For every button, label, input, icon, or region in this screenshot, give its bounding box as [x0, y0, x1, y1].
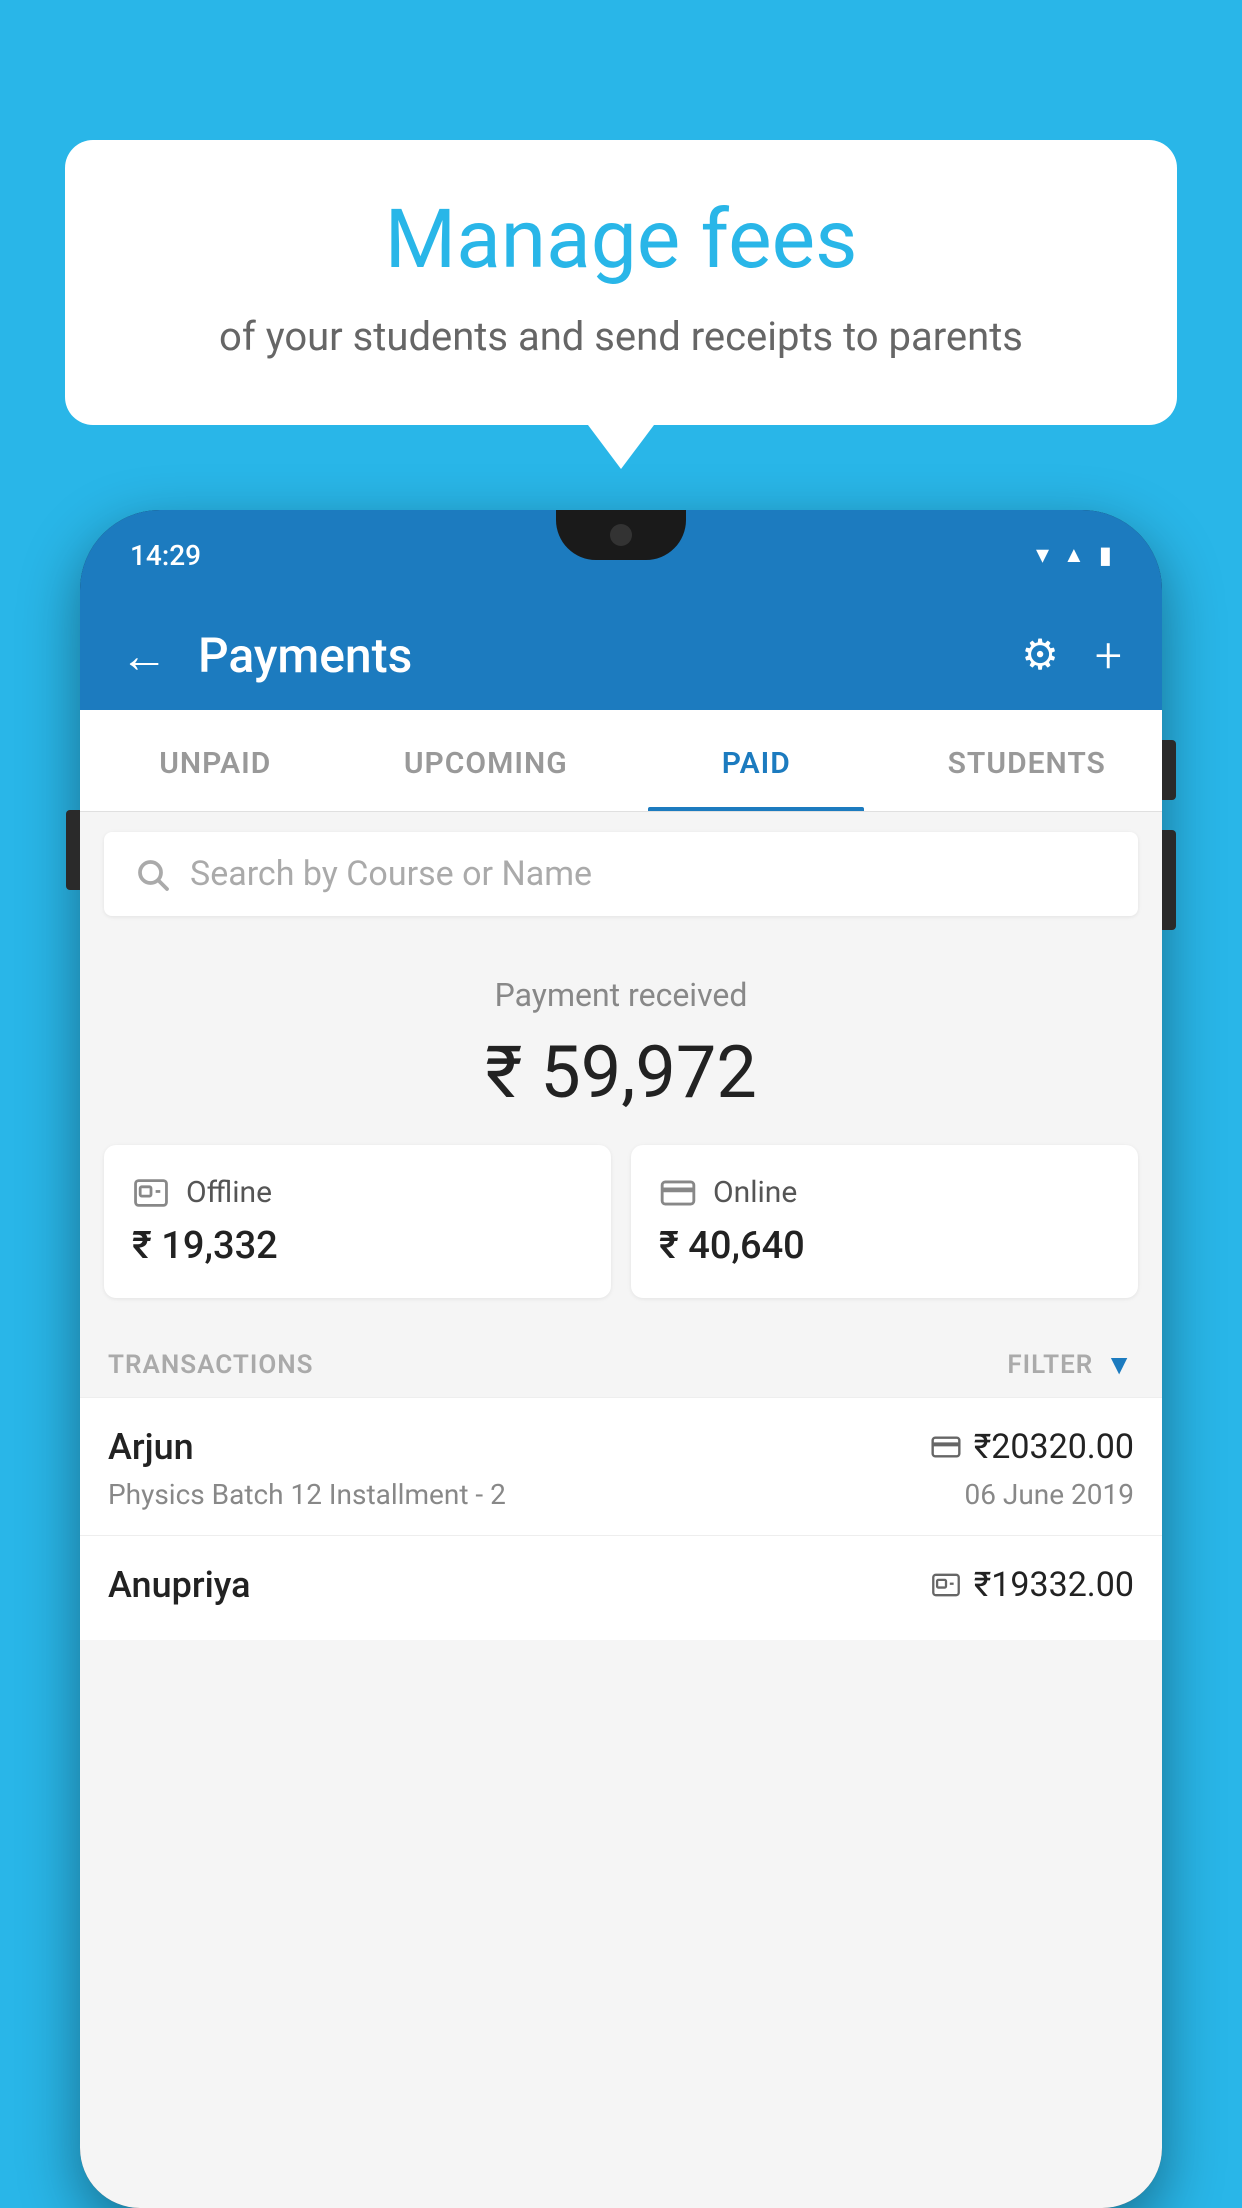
- filter-icon: ▼: [1105, 1348, 1134, 1381]
- payment-received-section: Payment received ₹ 59,972: [80, 936, 1162, 1145]
- tab-students[interactable]: STUDENTS: [892, 710, 1163, 811]
- signal-icon: [1063, 542, 1085, 568]
- phone-side-button-left: [66, 810, 80, 890]
- transaction-amount-arjun: ₹20320.00: [930, 1427, 1134, 1467]
- transaction-name-arjun: Arjun: [108, 1426, 194, 1468]
- speech-bubble-container: Manage fees of your students and send re…: [65, 140, 1177, 425]
- phone-frame: 14:29 ← Payments ⚙ + UNPAID: [80, 510, 1162, 2208]
- transaction-row-arjun[interactable]: Arjun ₹20320.00 Physics Batch 12 Install…: [80, 1397, 1162, 1535]
- payment-received-label: Payment received: [100, 976, 1142, 1014]
- transaction-name-anupriya: Anupriya: [108, 1564, 251, 1606]
- offline-payment-card: Offline ₹ 19,332: [104, 1145, 611, 1298]
- app-content: Search by Course or Name Payment receive…: [80, 812, 1162, 2208]
- search-placeholder: Search by Course or Name: [190, 854, 592, 894]
- tabs-container: UNPAID UPCOMING PAID STUDENTS: [80, 710, 1162, 812]
- add-icon[interactable]: +: [1095, 627, 1122, 684]
- phone-container: 14:29 ← Payments ⚙ + UNPAID: [80, 510, 1162, 2208]
- phone-side-button-right-top: [1162, 740, 1176, 800]
- transaction-date-arjun: 06 June 2019: [964, 1478, 1134, 1511]
- battery-icon: [1099, 541, 1112, 569]
- phone-side-button-right-bottom: [1162, 830, 1176, 930]
- offline-label: Offline: [186, 1175, 272, 1210]
- online-payment-icon: [659, 1178, 697, 1208]
- bubble-title: Manage fees: [135, 195, 1107, 285]
- online-card-header: Online: [659, 1175, 1110, 1210]
- transaction-row-anupriya[interactable]: Anupriya ₹19332.00: [80, 1535, 1162, 1640]
- online-amount: ₹ 40,640: [659, 1224, 1110, 1268]
- payment-received-amount: ₹ 59,972: [100, 1030, 1142, 1115]
- bubble-subtitle: of your students and send receipts to pa…: [135, 309, 1107, 365]
- online-txn-icon-arjun: [930, 1435, 962, 1459]
- filter-label: FILTER: [1007, 1350, 1093, 1380]
- transaction-course-arjun: Physics Batch 12 Installment - 2: [108, 1478, 506, 1511]
- notch: [556, 510, 686, 560]
- filter-button[interactable]: FILTER ▼: [1007, 1348, 1134, 1381]
- search-bar[interactable]: Search by Course or Name: [104, 832, 1138, 916]
- offline-amount: ₹ 19,332: [132, 1224, 583, 1268]
- transaction-bottom-arjun: Physics Batch 12 Installment - 2 06 June…: [108, 1478, 1134, 1511]
- online-payment-card: Online ₹ 40,640: [631, 1145, 1138, 1298]
- wifi-icon: [1036, 540, 1049, 570]
- transaction-top-anupriya: Anupriya ₹19332.00: [108, 1564, 1134, 1606]
- header-title: Payments: [198, 627, 991, 684]
- app-header: ← Payments ⚙ +: [80, 600, 1162, 710]
- offline-payment-icon: [132, 1176, 170, 1210]
- transaction-top-arjun: Arjun ₹20320.00: [108, 1426, 1134, 1468]
- back-button[interactable]: ←: [120, 627, 168, 684]
- transactions-header: TRANSACTIONS FILTER ▼: [80, 1328, 1162, 1397]
- tab-unpaid[interactable]: UNPAID: [80, 710, 351, 811]
- tab-upcoming[interactable]: UPCOMING: [351, 710, 622, 811]
- tab-paid[interactable]: PAID: [621, 710, 892, 811]
- phone-inner: 14:29 ← Payments ⚙ + UNPAID: [80, 510, 1162, 2208]
- search-icon: [134, 856, 170, 892]
- status-icons: [1036, 540, 1112, 570]
- payment-cards: Offline ₹ 19,332 Online ₹ 40,640: [80, 1145, 1162, 1328]
- status-time: 14:29: [130, 539, 201, 572]
- transaction-amount-anupriya: ₹19332.00: [930, 1565, 1134, 1605]
- settings-icon[interactable]: ⚙: [1021, 630, 1059, 680]
- offline-card-header: Offline: [132, 1175, 583, 1210]
- transactions-label: TRANSACTIONS: [108, 1350, 314, 1380]
- header-action-icons: ⚙ +: [1021, 627, 1122, 684]
- camera: [610, 524, 632, 546]
- offline-txn-icon-anupriya: [930, 1571, 962, 1599]
- status-bar: 14:29: [80, 510, 1162, 600]
- online-label: Online: [713, 1175, 797, 1210]
- speech-bubble: Manage fees of your students and send re…: [65, 140, 1177, 425]
